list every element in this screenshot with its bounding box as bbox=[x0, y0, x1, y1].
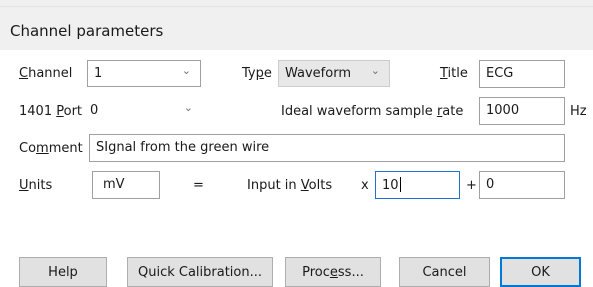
chevron-down-icon: ⌄ bbox=[183, 101, 193, 114]
type-select[interactable]: Waveform ⌄ bbox=[278, 60, 390, 87]
dialog-title: Channel parameters bbox=[10, 22, 164, 40]
rate-label: Ideal waveform sample rate bbox=[281, 104, 464, 119]
comment-label: Comment bbox=[19, 141, 83, 156]
port-select-value: 0 bbox=[90, 103, 99, 118]
quick-calibration-button[interactable]: Quick Calibration... bbox=[127, 257, 273, 287]
multiply-symbol: x bbox=[361, 178, 369, 193]
chevron-down-icon: ⌄ bbox=[370, 64, 380, 77]
channel-label-accesskey: C bbox=[19, 66, 29, 81]
channel-select-value: 1 bbox=[94, 66, 103, 81]
scale-input[interactable]: 10 bbox=[375, 171, 460, 199]
title-input[interactable]: ECG bbox=[479, 60, 565, 88]
ok-button[interactable]: OK bbox=[500, 257, 581, 287]
units-label-accesskey: U bbox=[19, 178, 29, 193]
port-select[interactable]: 0 ⌄ bbox=[86, 97, 203, 124]
units-input-value: mV bbox=[103, 177, 125, 192]
channel-label: Channel bbox=[19, 66, 73, 81]
chevron-down-icon: ⌄ bbox=[181, 64, 191, 77]
comment-input-value: SIgnal from the green wire bbox=[96, 140, 270, 155]
sample-rate-input-value: 1000 bbox=[486, 103, 520, 118]
plus-symbol: + bbox=[466, 178, 477, 193]
cancel-button[interactable]: Cancel bbox=[399, 257, 490, 287]
volts-label-accesskey: V bbox=[300, 178, 309, 193]
comment-input[interactable]: SIgnal from the green wire bbox=[89, 134, 565, 162]
input-in-volts-label: Input in Volts bbox=[247, 178, 333, 193]
units-input[interactable]: mV bbox=[92, 171, 160, 199]
units-label: Units bbox=[19, 178, 53, 193]
channel-select[interactable]: 1 ⌄ bbox=[87, 60, 201, 87]
type-label-accesskey: p bbox=[255, 66, 264, 81]
sample-rate-input[interactable]: 1000 bbox=[479, 97, 565, 125]
port-label-accesskey: P bbox=[56, 104, 64, 119]
text-caret bbox=[399, 177, 401, 192]
type-select-value: Waveform bbox=[285, 66, 351, 81]
rate-unit-label: Hz bbox=[570, 104, 587, 119]
dialog-titlebar[interactable]: Channel parameters bbox=[0, 6, 593, 51]
equals-sign: = bbox=[193, 178, 204, 193]
scale-input-value: 10 bbox=[382, 177, 401, 193]
process-button-accesskey: e bbox=[329, 264, 338, 280]
help-button[interactable]: Help bbox=[19, 257, 107, 287]
type-label: Type bbox=[242, 66, 272, 81]
title-input-value: ECG bbox=[486, 66, 514, 81]
title-label: Title bbox=[440, 66, 468, 81]
process-button[interactable]: Proc e ss... bbox=[285, 257, 381, 287]
port-label: 1401 Port bbox=[19, 104, 83, 119]
offset-input[interactable]: 0 bbox=[479, 171, 565, 199]
offset-input-value: 0 bbox=[486, 177, 495, 192]
comment-label-accesskey: m bbox=[36, 141, 49, 156]
title-label-accesskey: T bbox=[440, 66, 448, 81]
